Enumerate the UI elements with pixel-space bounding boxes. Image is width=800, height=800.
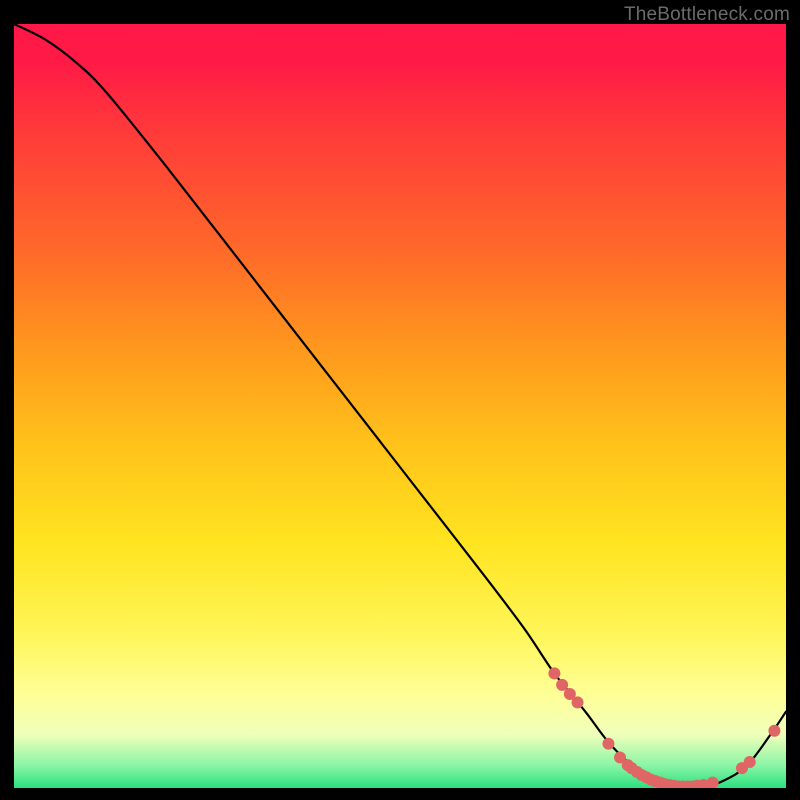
highlight-dots <box>548 667 780 788</box>
marker-dot <box>707 777 719 788</box>
marker-dot <box>744 756 756 768</box>
curve-line <box>14 24 786 788</box>
chart-frame: TheBottleneck.com <box>0 0 800 800</box>
marker-dot <box>602 738 614 750</box>
watermark-text: TheBottleneck.com <box>624 4 790 26</box>
marker-dot <box>572 696 584 708</box>
marker-dot <box>556 679 568 691</box>
chart-svg <box>14 24 786 788</box>
marker-dot <box>768 725 780 737</box>
plot-area <box>14 24 786 788</box>
marker-dot <box>548 667 560 679</box>
